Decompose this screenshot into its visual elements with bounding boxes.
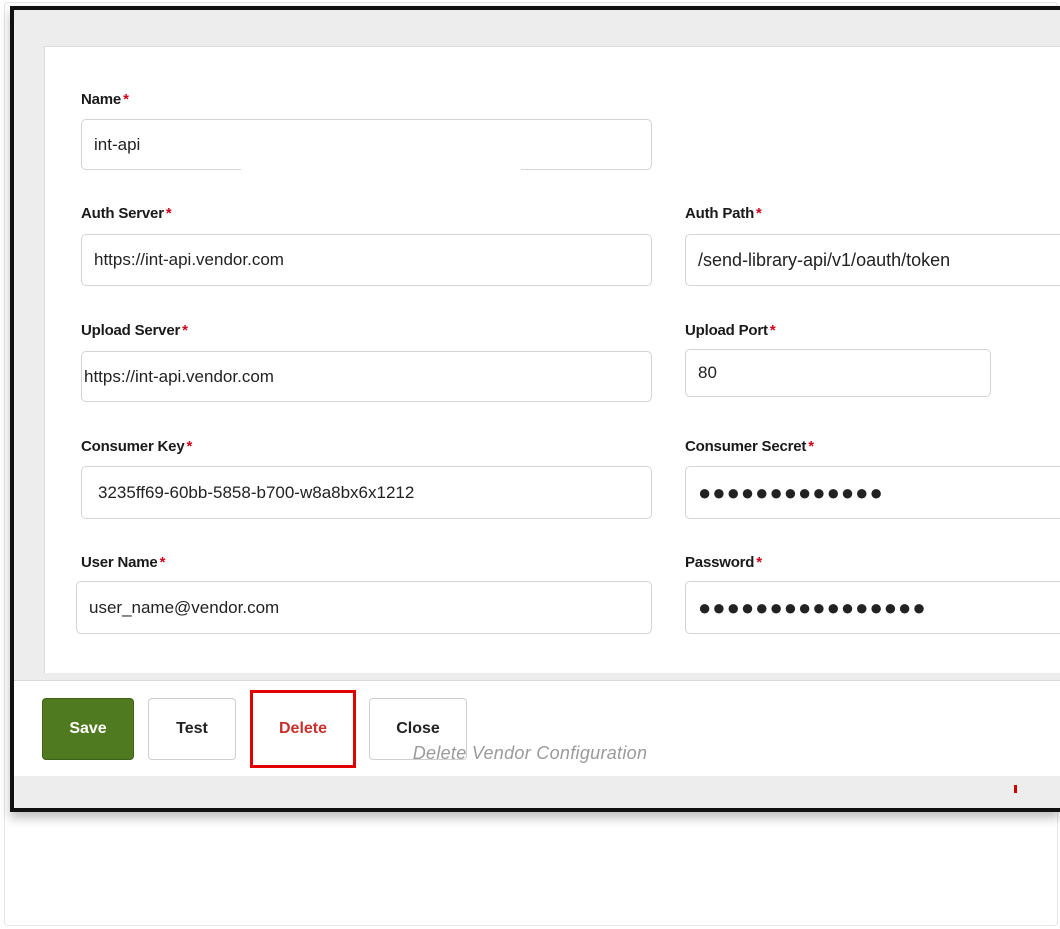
redaction-patch (241, 165, 521, 203)
figure-caption: Delete Vendor Configuration (412, 743, 648, 763)
red-marker (1014, 785, 1017, 793)
password-input[interactable]: ●●●●●●●●●●●●●●●● (685, 581, 1060, 634)
auth-server-label: Auth Server * (81, 205, 172, 222)
consumer-secret-input[interactable]: ●●●●●●●●●●●●● (685, 466, 1060, 519)
consumer-key-input[interactable]: 3235ff69-60bb-5858-b700-w8a8bx6x1212 (81, 466, 652, 519)
user-name-label: User Name * (81, 554, 166, 571)
upload-server-label: Upload Server * (81, 322, 188, 339)
upload-port-label: Upload Port * (685, 322, 776, 339)
auth-path-label: Auth Path * (685, 205, 762, 222)
password-label: Password * (685, 554, 762, 571)
vendor-config-form: Name * int-api Auth Server * https://int-a… (44, 46, 1060, 673)
user-name-input[interactable]: user_name@vendor.com (76, 581, 652, 634)
upload-server-input[interactable]: https://int-api.vendor.com (81, 351, 652, 402)
auth-path-input[interactable]: /send-library-api/v1/oauth/token (685, 234, 1060, 286)
upload-port-input[interactable]: 80 (685, 349, 991, 397)
vendor-config-window: Name * int-api Auth Server * https://int-a… (10, 6, 1060, 812)
consumer-secret-label: Consumer Secret * (685, 438, 814, 455)
name-input[interactable]: int-api (81, 119, 652, 170)
auth-server-input[interactable]: https://int-api.vendor.com (81, 234, 652, 286)
consumer-key-label: Consumer Key * (81, 438, 193, 455)
name-label: Name * (81, 91, 129, 108)
